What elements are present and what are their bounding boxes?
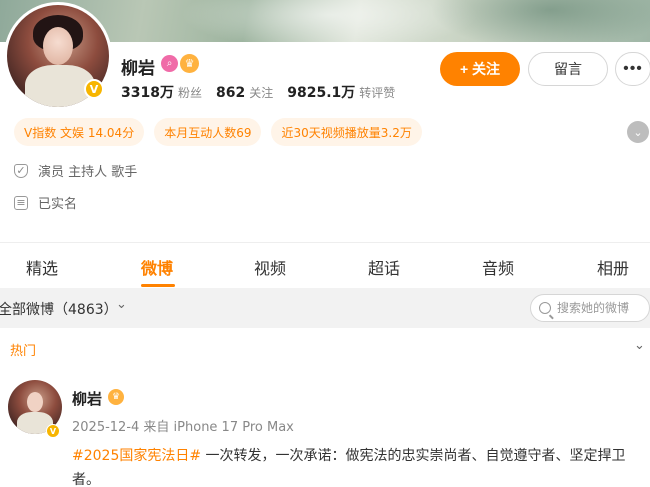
tab-video[interactable]: 视频 [254, 255, 286, 279]
likes-count: 9825.1万 [287, 85, 356, 101]
shield-icon: ✓ [14, 163, 28, 178]
tag-v-index[interactable]: V指数 文娱 14.04分 [14, 118, 145, 146]
tab-audio[interactable]: 音频 [482, 255, 514, 279]
banner-shadow [430, 0, 650, 42]
likes-label: 转评赞 [359, 86, 396, 100]
tag-monthly-interaction[interactable]: 本月互动人数69 [154, 118, 262, 146]
search-icon [539, 302, 551, 314]
avatar-face [27, 392, 43, 412]
crown-icon[interactable]: ♛ [108, 389, 124, 405]
post-author[interactable]: 柳岩 [72, 388, 102, 409]
followers-label: 粉丝 [177, 86, 202, 100]
chevron-down-icon[interactable]: ⌄ [116, 297, 127, 312]
more-options-button[interactable]: ••• [615, 52, 650, 86]
profile-name: 柳岩 [121, 59, 155, 79]
verified-badge-icon: V [46, 424, 60, 438]
realname-row: ≡ 已实名 [14, 193, 77, 212]
tab-weibo[interactable]: 微博 [141, 255, 173, 279]
tab-album[interactable]: 相册 [597, 255, 629, 279]
filter-all-weibo[interactable]: 全部微博（4863） [0, 299, 118, 319]
tab-supertopic[interactable]: 超话 [368, 255, 400, 279]
active-tab-indicator [141, 284, 175, 287]
profile-tags: V指数 文娱 14.04分 本月互动人数69 近30天视频播放量3.2万 [14, 118, 422, 146]
post-meta: 2025-12-4 来自 iPhone 17 Pro Max [72, 420, 294, 435]
following-count[interactable]: 862 [216, 85, 245, 101]
search-box[interactable] [530, 294, 650, 322]
tag-video-views[interactable]: 近30天视频播放量3.2万 [271, 118, 422, 146]
profile-tabs: 精选 微博 视频 超话 音频 相册 [0, 242, 650, 287]
realname-text: 已实名 [38, 197, 78, 212]
search-badge-icon[interactable]: ⌕ [161, 55, 178, 72]
following-label: 关注 [249, 86, 274, 100]
chevron-down-icon[interactable]: ⌄ [627, 121, 649, 143]
message-button[interactable]: 留言 [528, 52, 608, 86]
post-content: #2025国家宪法日# 一次转发，一次承诺：做宪法的忠实崇尚者、自觉遵守者、坚定… [72, 444, 647, 487]
post-topic-link[interactable]: #2025国家宪法日# [72, 448, 201, 464]
tab-featured[interactable]: 精选 [26, 255, 58, 279]
search-input[interactable] [557, 301, 647, 315]
chevron-down-icon[interactable]: ⌄ [634, 338, 645, 353]
occupation-row: ✓ 演员 主持人 歌手 [14, 161, 137, 180]
followers-count[interactable]: 3318万 [121, 82, 174, 102]
follow-button[interactable]: + 关注 [440, 52, 520, 86]
verified-badge-icon: V [84, 79, 104, 99]
crown-icon[interactable]: ♛ [180, 54, 199, 73]
id-card-icon: ≡ [14, 195, 28, 210]
avatar-face [43, 27, 73, 65]
filter-bar: 全部微博（4863） ⌄ [0, 288, 650, 328]
section-hot-label: 热门 [10, 344, 37, 359]
profile-stats: 3318万 粉丝 862 关注 9825.1万 转评赞 [121, 82, 409, 102]
occupation-text: 演员 主持人 歌手 [38, 165, 138, 180]
